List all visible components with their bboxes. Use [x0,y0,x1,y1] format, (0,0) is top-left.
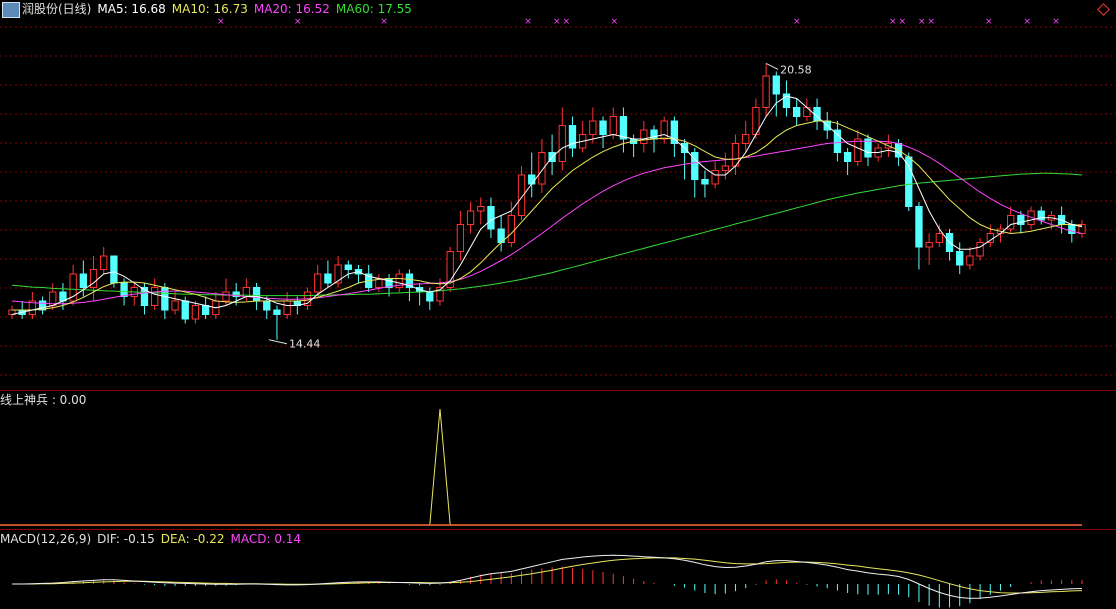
candle-down [619,116,628,140]
ma60-readout: MA60: 17.55 [335,2,412,16]
ma10-readout: MA10: 16.73 [171,2,248,16]
low-price-label: 14.44 [289,338,321,351]
candle-down [599,120,607,135]
candle-up [976,242,984,257]
stock-title: 润股份(日线) [22,2,92,16]
candle-up [966,255,974,266]
ma20-readout: MA20: 16.52 [253,2,330,16]
candle-up [171,300,179,311]
indicator-chart[interactable] [0,391,1116,529]
signal-marker: × [380,17,388,27]
candle-up [477,206,485,212]
candle-down [181,300,189,320]
candle-up [507,215,515,243]
dif-readout: DIF: -0.15 [97,532,155,546]
macd-readout: MACD: 0.14 [230,532,302,546]
candle-up [283,300,291,315]
macd-params: MACD(12,26,9) [0,532,92,546]
price-header: 润股份(日线) MA5: 16.68 MA10: 16.73 MA20: 16.52 M… [0,0,418,18]
candle-down [905,156,913,207]
high-price-label: 20.58 [780,63,812,76]
candle-up [660,120,668,140]
candle-up [925,242,933,248]
candlestick-chart[interactable]: 20.5814.44× × × × × × × × × × × × × × × [0,0,1116,390]
candle-down [701,179,709,185]
candle-up [711,170,719,185]
indicator-panel[interactable]: 线上神兵 : 0.00 [0,391,1116,529]
dif-line [12,554,1083,599]
candle-down [670,120,679,144]
signal-marker: × [985,17,993,27]
candle-down [843,152,852,162]
candle-down [263,300,271,311]
chart-icon[interactable] [2,2,20,18]
signal-marker: × [899,17,907,27]
candle-down [833,129,842,153]
candle-up [466,210,475,225]
signal-marker: × [611,17,619,27]
candle-up [191,305,200,320]
candle-up [558,125,566,162]
low-pointer [268,339,288,345]
signal-marker: × [918,17,926,27]
signal-marker: × [927,17,935,27]
signal-marker: × [889,17,897,27]
candle-up [456,224,465,252]
candle-up [589,120,597,135]
candle-down [487,206,495,230]
candle-up [151,287,159,306]
signal-marker: × [553,17,561,27]
indicator-header: 线上神兵 : 0.00 [0,391,92,409]
candle-down [324,273,332,284]
candle-down [201,305,210,315]
candle-down [793,107,801,117]
dea-readout: DEA: -0.22 [160,532,225,546]
candle-down [252,287,261,302]
candle-down [79,273,87,288]
candle-down [772,75,780,95]
candle-down [956,251,964,266]
candle-down [528,174,536,185]
high-pointer [765,62,779,70]
signal-line [12,408,1082,526]
price-panel[interactable]: 20.58 14.44 × × × × × × × × × × × × × × × 润股份(日线) MA5: 16… [0,0,1116,390]
candle-down [120,282,128,297]
signal-marker: × [1052,17,1060,27]
candle-up [986,233,994,243]
candle-up [742,134,750,144]
signal-marker: × [524,17,532,27]
candle-down [915,206,923,248]
candle-up [935,233,943,243]
macd-header: MACD(12,26,9) DIF: -0.15 DEA: -0.22 MACD: 0… [0,530,307,548]
signal-marker: × [793,17,801,27]
candle-up [222,291,230,302]
candle-up [100,255,108,270]
ma5-readout: MA5: 16.68 [97,2,166,16]
candle-up [762,75,770,108]
macd-panel[interactable]: MACD(12,26,9) DIF: -0.15 DEA: -0.22 MACD: 0… [0,530,1116,609]
candle-up [314,273,322,293]
signal-marker: × [563,17,571,27]
candle-up [854,138,862,162]
signal-marker: × [1023,17,1031,27]
indicator-label: 线上神兵 : 0.00 [0,393,87,407]
candle-down [426,291,434,302]
candle-down [110,255,118,284]
candle-up [640,129,648,144]
signal-marker: × [217,17,225,27]
candle-up [721,165,729,171]
candle-down [273,309,281,315]
candle-up [609,116,617,135]
candle-down [344,264,352,270]
ma5-line [11,95,1083,315]
signal-marker: × [294,17,302,27]
